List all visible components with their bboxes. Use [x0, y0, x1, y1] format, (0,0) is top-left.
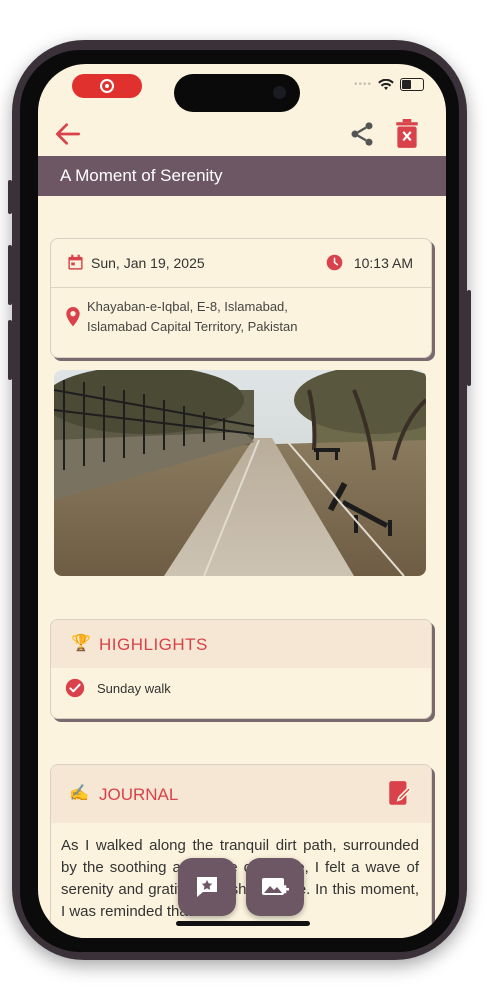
calendar-icon — [68, 254, 83, 270]
address-line-2: Islamabad Capital Territory, Pakistan — [87, 319, 298, 334]
home-indicator[interactable] — [176, 921, 310, 926]
date-location-card: Sun, Jan 19, 2025 10:13 AM Khayaban-e-Iq… — [50, 238, 432, 358]
journal-card: ✍️ JOURNAL As I walked along the tranqui… — [50, 764, 432, 938]
volume-up-button — [8, 245, 12, 305]
journal-text: As I walked along the tranquil dirt path… — [61, 837, 419, 920]
status-bar: •••• — [354, 78, 424, 91]
arrow-left-icon[interactable] — [52, 118, 84, 150]
wifi-icon — [378, 78, 394, 90]
edit-note-icon[interactable] — [387, 779, 413, 809]
check-circle-icon — [65, 678, 85, 698]
screen-record-indicator — [72, 74, 142, 98]
journal-title: JOURNAL — [99, 785, 179, 804]
highlight-item: Sunday walk — [97, 681, 171, 696]
entry-photo[interactable] — [54, 370, 426, 576]
date-time-row: Sun, Jan 19, 2025 10:13 AM — [51, 239, 431, 288]
clock-icon — [326, 254, 343, 271]
share-icon[interactable] — [348, 120, 376, 148]
side-button — [8, 180, 12, 214]
highlights-card: 🏆 HIGHLIGHTS Sunday walk — [50, 619, 432, 719]
add-note-button[interactable] — [178, 858, 236, 916]
entry-address: Khayaban-e-Iqbal, E-8, Islamabad, Islama… — [87, 297, 298, 337]
address-line-1: Khayaban-e-Iqbal, E-8, Islamabad, — [87, 299, 288, 314]
entry-title: A Moment of Serenity — [60, 166, 223, 185]
top-toolbar — [38, 112, 446, 156]
park-path-image — [54, 370, 426, 576]
battery-icon — [400, 78, 424, 91]
add-photo-icon — [262, 878, 289, 895]
trophy-icon: 🏆 — [71, 635, 91, 652]
highlights-title: HIGHLIGHTS — [99, 635, 208, 654]
entry-date: Sun, Jan 19, 2025 — [91, 255, 205, 271]
add-photo-button[interactable] — [246, 858, 304, 916]
entry-title-bar: A Moment of Serenity — [38, 156, 446, 196]
journal-header: ✍️ JOURNAL — [51, 765, 431, 823]
power-button — [467, 290, 471, 386]
app-screen: •••• A Moment of Serenity Sun, Jan 19, 2… — [38, 64, 446, 938]
dynamic-island — [174, 74, 300, 112]
writing-hand-icon: ✍️ — [69, 785, 89, 802]
highlights-header: 🏆 HIGHLIGHTS — [51, 620, 431, 668]
trash-icon[interactable] — [394, 119, 420, 149]
location-pin-icon — [66, 307, 80, 327]
signal-icon: •••• — [353, 79, 372, 90]
entry-time: 10:13 AM — [353, 255, 413, 271]
star-message-icon — [197, 877, 217, 897]
volume-down-button — [8, 320, 12, 380]
